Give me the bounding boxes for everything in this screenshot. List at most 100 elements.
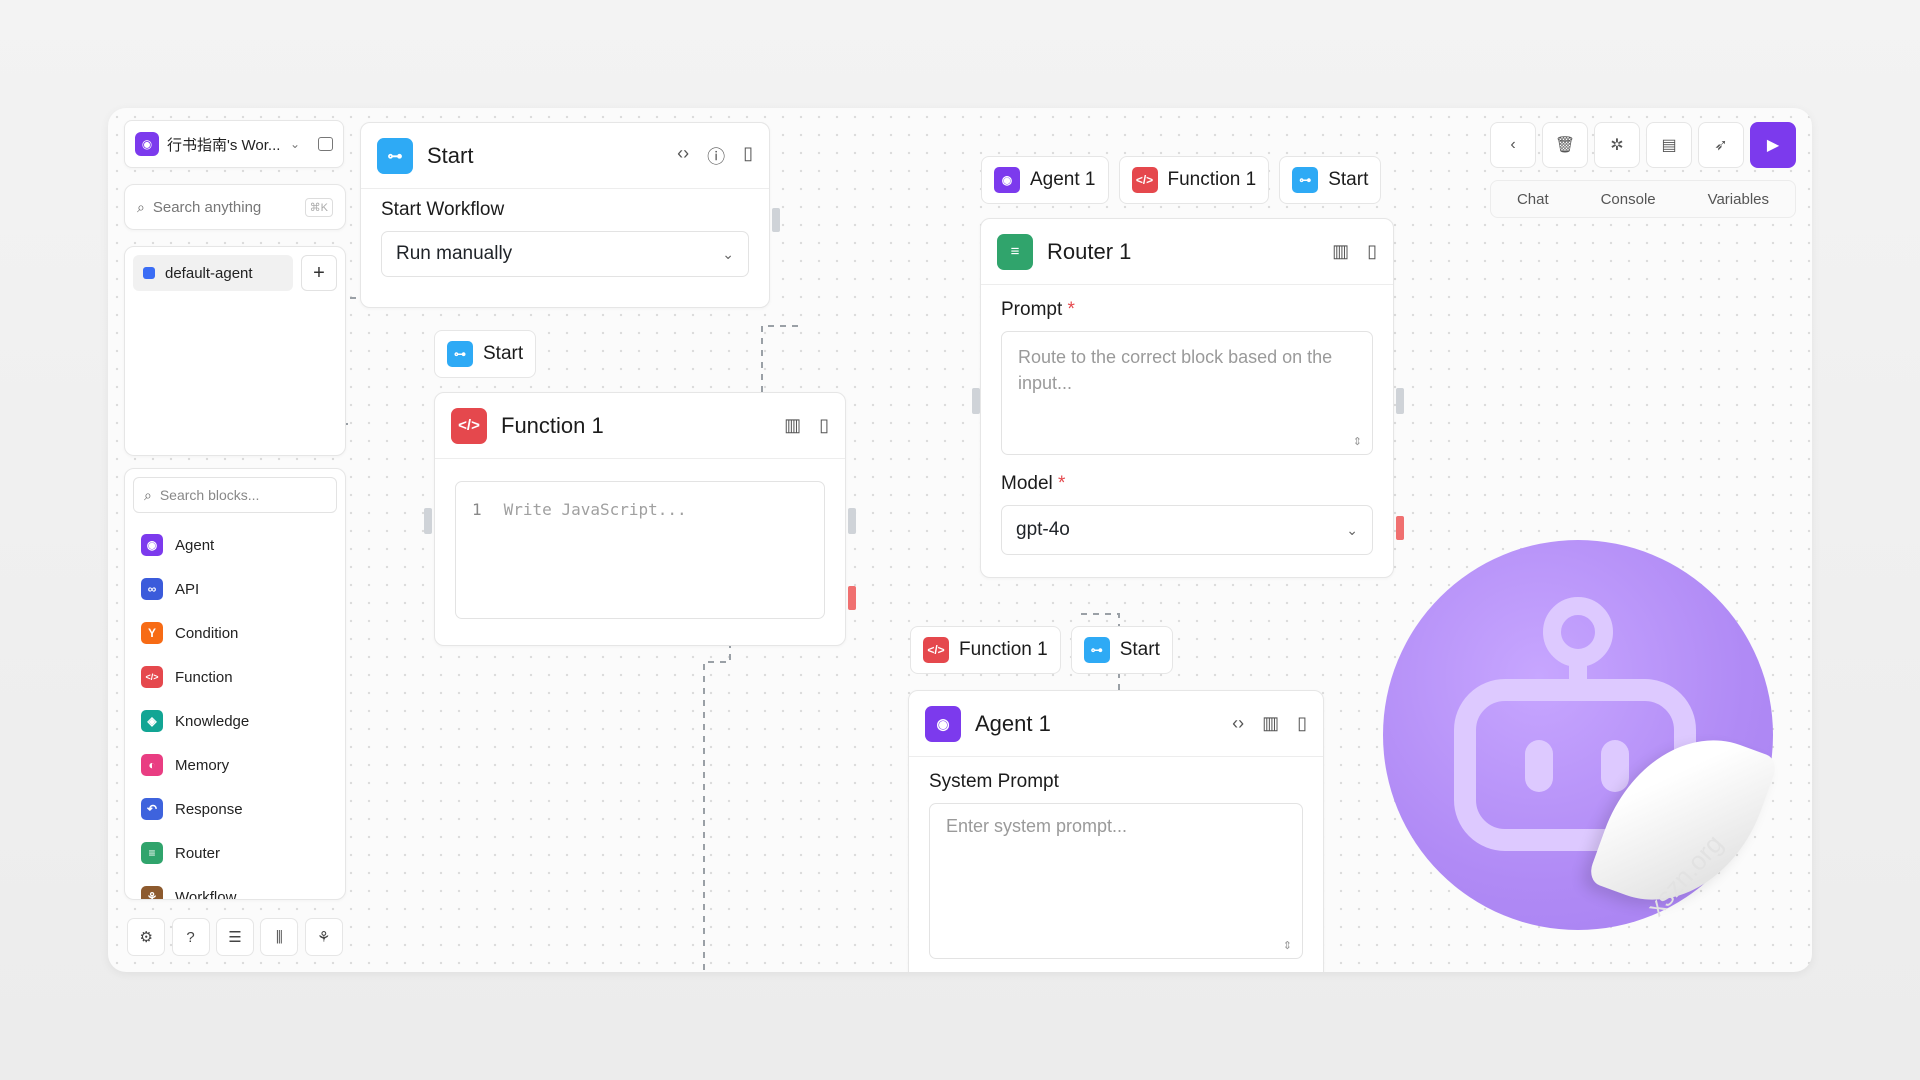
- knowledge-icon: ◈: [141, 710, 163, 732]
- sidebar-bottom-toolbar: ⚙ ? ☰ ⫼ ⚘: [124, 914, 346, 960]
- robot-icon: ◉: [925, 705, 961, 742]
- router-tag-agent[interactable]: ◉ Agent 1: [981, 156, 1109, 204]
- delete-button[interactable]: 🗑: [1542, 122, 1588, 168]
- library-icon[interactable]: ⫼: [260, 918, 299, 956]
- block-item-agent[interactable]: ◉ Agent: [133, 523, 337, 567]
- blocks-panel: ⌕ Search blocks... ◉ Agent ∞ API Y Condition <…: [124, 468, 346, 900]
- delete-node-icon[interactable]: ▯: [1297, 713, 1307, 734]
- start-node[interactable]: ⊶ Start ‹› ⓘ ▯ Start Workflow Run manual…: [360, 122, 770, 308]
- help-icon[interactable]: ?: [171, 918, 210, 956]
- function-node[interactable]: </> Function 1 ▥ ▯ 1 Write JavaScript...: [434, 392, 846, 646]
- block-item-label: Function: [175, 668, 233, 686]
- resize-icon[interactable]: ⇕: [1283, 939, 1292, 952]
- logs-icon[interactable]: ☰: [215, 918, 254, 956]
- share-icon[interactable]: ⚘: [304, 918, 343, 956]
- block-item-router[interactable]: ≡ Router: [133, 831, 337, 875]
- block-item-response[interactable]: ↶ Response: [133, 787, 337, 831]
- chevron-down-icon: ⌄: [1346, 521, 1358, 538]
- code-icon: </>: [923, 637, 949, 663]
- docs-icon[interactable]: ▥: [1332, 241, 1349, 262]
- block-item-label: Knowledge: [175, 712, 250, 730]
- model-select[interactable]: gpt-4o ⌄: [1001, 505, 1373, 555]
- settings-icon[interactable]: ⚙: [127, 918, 166, 956]
- workflow-canvas[interactable]: ◉ 行书指南's Wor... ⌄ ⌕ Search anything ⌘K d…: [108, 108, 1812, 972]
- chevron-down-icon[interactable]: ⌄: [290, 137, 300, 151]
- function-output-handle[interactable]: [848, 508, 856, 534]
- router-error-handle[interactable]: [1396, 516, 1404, 540]
- block-item-knowledge[interactable]: ◈ Knowledge: [133, 699, 337, 743]
- router-icon: ≡: [141, 842, 163, 864]
- router-node[interactable]: ≡ Router 1 ▥ ▯ Prompt * Route to the cor…: [980, 218, 1394, 578]
- function-node-header: </> Function 1 ▥ ▯: [435, 393, 845, 459]
- tag-label: Start: [1328, 169, 1369, 190]
- add-agent-button[interactable]: +: [301, 255, 337, 291]
- model-label-text: Model: [1001, 473, 1053, 494]
- workspace-switcher[interactable]: ◉ 行书指南's Wor... ⌄: [124, 120, 344, 168]
- sidebar-toggle-icon[interactable]: [318, 137, 333, 151]
- block-item-function[interactable]: </> Function: [133, 655, 337, 699]
- router-tag-function[interactable]: </> Function 1: [1118, 156, 1270, 204]
- save-button[interactable]: ▤: [1646, 122, 1692, 168]
- start-trigger-select[interactable]: Run manually ⌄: [381, 231, 749, 277]
- block-item-workflow[interactable]: ⚘ Workflow: [133, 875, 337, 899]
- delete-node-icon[interactable]: ▯: [819, 415, 829, 436]
- function-input-handle[interactable]: [424, 508, 432, 534]
- router-tag-start[interactable]: ⊶ Start: [1279, 156, 1382, 204]
- back-button[interactable]: ‹: [1490, 122, 1536, 168]
- code-view-icon[interactable]: ‹›: [1232, 713, 1244, 734]
- resize-icon[interactable]: ⇕: [1353, 435, 1362, 448]
- function-connection-tag[interactable]: ⊶ Start: [434, 330, 537, 378]
- agent-tag-function[interactable]: </> Function 1: [910, 626, 1061, 674]
- block-search-placeholder: Search blocks...: [159, 487, 260, 503]
- code-icon: </>: [141, 666, 163, 688]
- search-anything[interactable]: ⌕ Search anything ⌘K: [124, 184, 346, 230]
- agent-tag-start[interactable]: ⊶ Start: [1070, 626, 1173, 674]
- search-icon: ⌕: [137, 198, 145, 215]
- code-icon: </>: [1131, 167, 1158, 193]
- robot-icon: ◉: [135, 132, 159, 156]
- docs-icon[interactable]: ▥: [1262, 713, 1279, 734]
- trash-icon: 🗑: [1554, 137, 1576, 154]
- prompt-label: Prompt *: [1001, 299, 1373, 321]
- block-item-memory[interactable]: ◐ Memory: [133, 743, 337, 787]
- prompt-textarea[interactable]: Route to the correct block based on the …: [1001, 331, 1373, 455]
- tab-variables[interactable]: Variables: [1708, 191, 1769, 208]
- router-input-handle[interactable]: [972, 388, 980, 414]
- start-icon: ⊶: [447, 341, 473, 367]
- start-output-handle[interactable]: [772, 208, 780, 232]
- delete-node-icon[interactable]: ▯: [743, 143, 753, 169]
- code-editor[interactable]: 1 Write JavaScript...: [455, 481, 825, 619]
- code-view-icon[interactable]: ‹›: [677, 143, 689, 169]
- agent-color-dot: [143, 267, 155, 279]
- function-node-title: Function 1: [501, 412, 604, 438]
- tab-chat[interactable]: Chat: [1517, 191, 1549, 208]
- router-connection-tags: ◉ Agent 1 </> Function 1 ⊶ Start: [981, 156, 1382, 204]
- system-prompt-textarea[interactable]: Enter system prompt... ⇕: [929, 803, 1303, 959]
- agent-node-header: ◉ Agent 1 ‹› ▥ ▯: [909, 691, 1323, 757]
- block-item-api[interactable]: ∞ API: [133, 567, 337, 611]
- block-item-condition[interactable]: Y Condition: [133, 611, 337, 655]
- agent-name: default-agent: [165, 264, 253, 282]
- workflow-icon: ⚘: [141, 886, 163, 899]
- workspace-title: 行书指南's Wor...: [167, 136, 281, 154]
- prompt-label-text: Prompt: [1001, 299, 1063, 320]
- code-placeholder: Write JavaScript...: [503, 500, 687, 519]
- deploy-button[interactable]: ➶: [1698, 122, 1744, 168]
- tab-console[interactable]: Console: [1601, 191, 1656, 208]
- tag-label: Start: [1119, 639, 1160, 660]
- agent-node[interactable]: ◉ Agent 1 ‹› ▥ ▯ System Prompt Enter sys…: [908, 690, 1324, 972]
- docs-icon[interactable]: ▥: [784, 415, 801, 436]
- tag-label: Function 1: [1167, 169, 1257, 190]
- start-icon: ⊶: [1083, 637, 1110, 663]
- agent-item-default[interactable]: default-agent: [133, 255, 293, 291]
- block-search-input[interactable]: ⌕ Search blocks...: [133, 477, 337, 513]
- block-list: ◉ Agent ∞ API Y Condition </> Function ◈ Knowledg…: [133, 523, 337, 899]
- function-error-handle[interactable]: [848, 586, 856, 610]
- robot-icon: ◉: [141, 534, 163, 556]
- run-button[interactable]: ▶: [1750, 122, 1796, 168]
- debug-button[interactable]: ✲: [1594, 122, 1640, 168]
- delete-node-icon[interactable]: ▯: [1367, 241, 1377, 262]
- router-output-handle[interactable]: [1396, 388, 1404, 414]
- branch-icon: Y: [141, 622, 163, 644]
- info-icon[interactable]: ⓘ: [707, 143, 725, 169]
